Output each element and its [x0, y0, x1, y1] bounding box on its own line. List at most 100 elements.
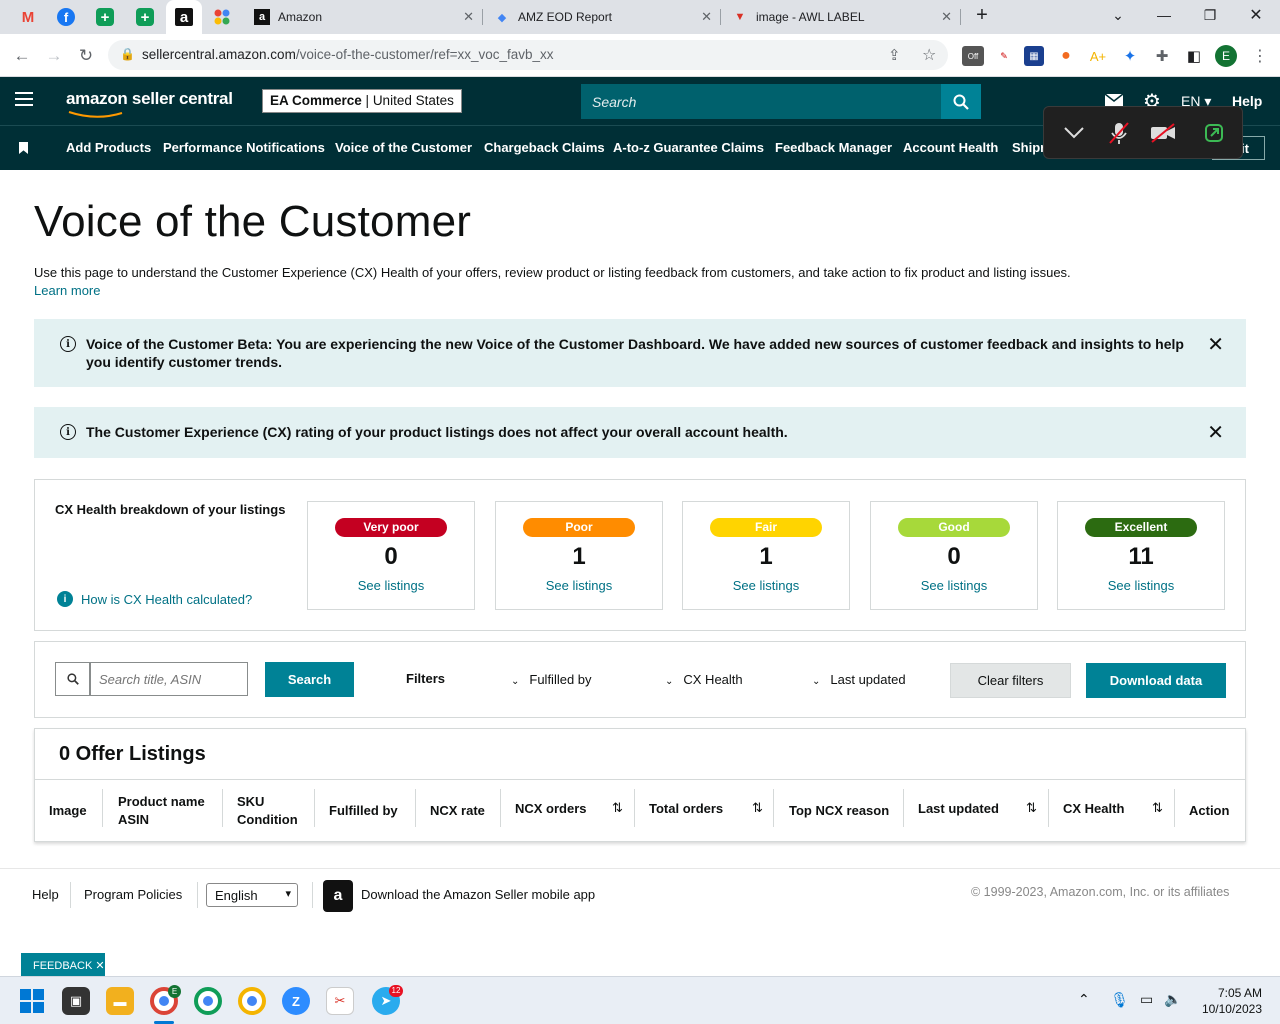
search-button[interactable]: Search — [265, 662, 354, 697]
seller-app-icon[interactable]: a — [323, 880, 353, 912]
program-policies-link[interactable]: Program Policies — [84, 887, 182, 902]
tab-amazon[interactable]: a Amazon ✕ — [244, 0, 482, 34]
close-window-icon[interactable]: ✕ — [1236, 4, 1276, 26]
extension-icon[interactable]: ✎ — [994, 46, 1014, 66]
chrome-profile-3-icon[interactable] — [238, 987, 266, 1015]
nav-account-health[interactable]: Account Health — [903, 140, 998, 155]
zoom-app-icon[interactable]: Z — [282, 987, 310, 1015]
cx-health-dropdown[interactable]: ⌄ CX Health — [665, 672, 743, 687]
nav-voice-of-the-customer[interactable]: Voice of the Customer — [335, 140, 472, 155]
hamburger-menu-icon[interactable] — [15, 92, 33, 106]
footer-help-link[interactable]: Help — [32, 887, 59, 902]
sheets-pinned-tab-2[interactable]: + — [136, 8, 154, 26]
nav-shipments-partial[interactable]: Shipr — [1012, 140, 1045, 155]
cx-level-badge: Excellent — [1085, 518, 1197, 537]
url-input[interactable]: 🔒 sellercentral.amazon.com/voice-of-the-… — [108, 40, 948, 70]
microphone-icon[interactable]: 🎙 — [1110, 991, 1129, 1009]
restore-icon[interactable]: ❐ — [1190, 4, 1230, 26]
extensions-puzzle-icon[interactable]: ✚ — [1152, 46, 1172, 66]
see-listings-link[interactable]: See listings — [683, 578, 849, 593]
network-icon[interactable]: ▭ — [1140, 991, 1153, 1008]
chrome-profile-2-icon[interactable] — [194, 987, 222, 1015]
tab-amz-eod-report[interactable]: ◆ AMZ EOD Report ✕ — [484, 0, 720, 34]
col-last-updated[interactable]: Last updated — [918, 800, 999, 818]
share-screen-icon[interactable] — [1204, 123, 1224, 143]
last-updated-dropdown[interactable]: ⌄ Last updated — [812, 672, 906, 687]
listing-search-input[interactable] — [90, 662, 248, 696]
back-icon[interactable]: ← — [10, 44, 34, 68]
sheets-pinned-tab[interactable]: + — [96, 8, 114, 26]
minimize-icon[interactable]: — — [1144, 4, 1184, 26]
profile-avatar[interactable]: E — [1215, 45, 1237, 67]
sort-arrows-icon[interactable]: ⇅ — [1152, 800, 1163, 816]
nav-chargeback-claims[interactable]: Chargeback Claims — [484, 140, 605, 155]
telegram-unread-badge: 12 — [389, 985, 403, 997]
header-search-input[interactable]: Search — [581, 84, 941, 119]
bookmark-star-icon[interactable]: ☆ — [922, 45, 936, 65]
new-tab-plus-icon[interactable]: + — [962, 4, 1002, 26]
clear-filters-button[interactable]: Clear filters — [950, 663, 1071, 698]
close-alert-icon[interactable]: ✕ — [1207, 332, 1224, 357]
col-ncx-orders[interactable]: NCX orders — [515, 800, 587, 818]
close-tab-icon[interactable]: ✕ — [463, 9, 474, 25]
extension-blue-icon[interactable]: ✦ — [1120, 46, 1140, 66]
chevron-up-icon[interactable]: ⌃ — [1078, 991, 1090, 1008]
mic-muted-icon[interactable] — [1108, 121, 1130, 145]
close-alert-icon[interactable]: ✕ — [1207, 420, 1224, 445]
chevron-down-icon[interactable] — [1064, 127, 1084, 139]
tab-awl-label[interactable]: ▼ image - AWL LABEL ✕ — [722, 0, 960, 34]
see-listings-link[interactable]: See listings — [871, 578, 1037, 593]
fulfilled-by-dropdown[interactable]: ⌄ Fulfilled by — [511, 672, 592, 687]
col-product-name[interactable]: Product name ASIN — [118, 793, 205, 829]
close-tab-icon[interactable]: ✕ — [701, 9, 712, 25]
gmail-pinned-tab[interactable]: M — [14, 5, 42, 29]
nav-feedback-manager[interactable]: Feedback Manager — [775, 140, 892, 155]
download-data-button[interactable]: Download data — [1086, 663, 1226, 698]
nav-a-to-z-claims[interactable]: A-to-z Guarantee Claims — [613, 140, 764, 155]
col-sku[interactable]: SKU Condition — [237, 793, 298, 829]
close-tab-icon[interactable]: ✕ — [941, 9, 952, 25]
extension-grid-icon[interactable]: ▦ — [1024, 46, 1044, 66]
extension-orange-icon[interactable]: ● — [1056, 46, 1076, 66]
col-cx-health[interactable]: CX Health — [1063, 800, 1124, 818]
nav-performance-notifications[interactable]: Performance Notifications — [163, 140, 325, 155]
task-view-icon[interactable]: ▣ — [62, 987, 90, 1015]
volume-icon[interactable]: 🔈 — [1164, 991, 1181, 1008]
reload-icon[interactable]: ↻ — [74, 44, 98, 68]
awl-favicon-icon: ▼ — [734, 11, 746, 23]
amazon-active-pinned-tab[interactable]: a — [166, 0, 202, 34]
snipping-tool-icon[interactable]: ✂ — [326, 987, 354, 1015]
extension-scout-icon[interactable]: A+ — [1088, 46, 1108, 66]
see-listings-link[interactable]: See listings — [496, 578, 662, 593]
col-total-orders[interactable]: Total orders — [649, 800, 723, 818]
cx-health-breakdown: CX Health breakdown of your listings i H… — [34, 479, 1246, 631]
bookmark-icon[interactable] — [19, 142, 28, 154]
see-listings-link[interactable]: See listings — [1058, 578, 1224, 593]
header-search-button[interactable] — [941, 84, 981, 119]
share-icon[interactable]: ⇪ — [888, 46, 901, 64]
apps-pinned-tab[interactable] — [208, 5, 236, 29]
forward-icon[interactable]: → — [42, 44, 66, 68]
seller-central-logo[interactable]: amazon seller central — [66, 89, 233, 109]
windows-start-icon[interactable] — [20, 989, 44, 1013]
nav-add-products[interactable]: Add Products — [66, 140, 151, 155]
browser-menu-icon[interactable]: ⋮ — [1250, 46, 1270, 66]
sort-arrows-icon[interactable]: ⇅ — [752, 800, 763, 816]
facebook-pinned-tab[interactable]: f — [57, 8, 75, 26]
tab-search-chevron-icon[interactable]: ⌄ — [1098, 4, 1138, 26]
sort-arrows-icon[interactable]: ⇅ — [1026, 800, 1037, 816]
sidepanel-icon[interactable]: ◧ — [1184, 46, 1204, 66]
search-icon — [55, 662, 90, 696]
see-listings-link[interactable]: See listings — [308, 578, 474, 593]
seller-app-link[interactable]: Download the Amazon Seller mobile app — [361, 887, 595, 902]
system-clock[interactable]: 7:05 AM 10/10/2023 — [1196, 985, 1262, 1017]
extension-off-icon[interactable]: Off — [962, 46, 984, 66]
cx-health-help-link[interactable]: How is CX Health calculated? — [81, 592, 252, 607]
learn-more-link[interactable]: Learn more — [34, 283, 100, 298]
camera-off-icon[interactable] — [1149, 123, 1177, 143]
feedback-button[interactable]: FEEDBACK ✕ — [21, 953, 105, 976]
file-explorer-icon[interactable]: ▬ — [106, 987, 134, 1015]
sort-arrows-icon[interactable]: ⇅ — [612, 800, 623, 816]
store-selector[interactable]: EA Commerce | United States — [262, 89, 462, 113]
footer-language-select[interactable]: English ▾ — [206, 883, 298, 907]
